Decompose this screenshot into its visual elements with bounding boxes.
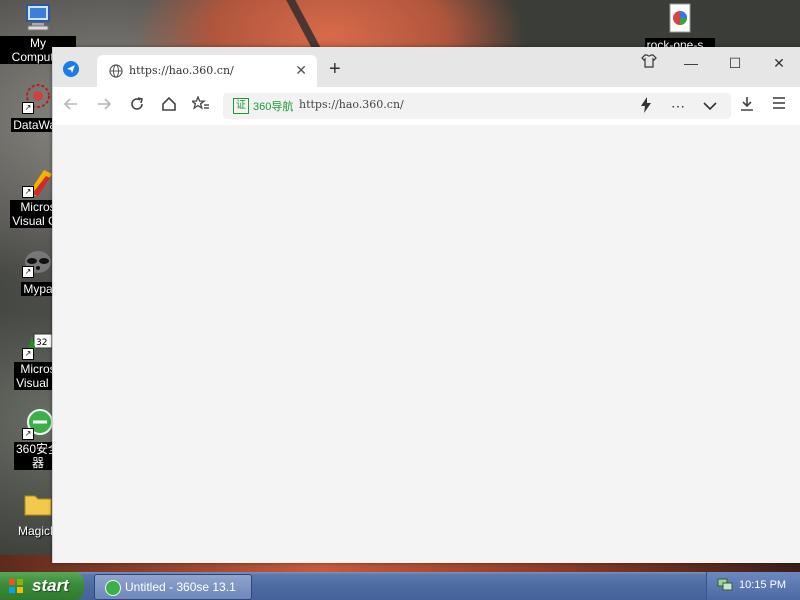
shortcut-arrow-icon: ↗ bbox=[22, 266, 34, 278]
tab-active[interactable]: https://hao.360.cn/ ✕ bbox=[97, 55, 317, 87]
globe-icon bbox=[109, 64, 123, 78]
visual-basic-icon: 32 ↗ bbox=[22, 328, 54, 360]
shirt-icon bbox=[641, 54, 657, 68]
360-browser-logo-icon[interactable] bbox=[63, 61, 79, 77]
home-icon bbox=[162, 96, 176, 111]
browser-window: https://hao.360.cn/ ✕ + — ☐ ✕ 证 360导航 ht… bbox=[52, 47, 800, 563]
download-button[interactable] bbox=[737, 96, 757, 116]
computer-icon bbox=[22, 2, 54, 34]
shortcut-arrow-icon: ↗ bbox=[22, 428, 34, 440]
folder-icon bbox=[22, 488, 54, 520]
hamburger-icon bbox=[773, 97, 785, 109]
360se-icon bbox=[105, 580, 121, 596]
svg-text:32: 32 bbox=[36, 338, 47, 348]
favorites-button[interactable] bbox=[190, 95, 211, 116]
more-icon[interactable]: ⋯ bbox=[669, 97, 687, 115]
shortcut-arrow-icon: ↗ bbox=[22, 102, 34, 114]
home-button[interactable] bbox=[159, 96, 179, 116]
system-tray: 10:15 PM bbox=[706, 572, 800, 600]
browser-toolbar: 证 360导航 https://hao.360.cn/ ⋯ bbox=[53, 87, 800, 125]
close-window-button[interactable]: ✕ bbox=[769, 53, 789, 73]
skin-button[interactable] bbox=[639, 53, 659, 73]
refresh-icon bbox=[131, 97, 143, 110]
taskbar-item-360se[interactable]: Untitled - 360se 13.1 bbox=[94, 574, 252, 600]
arrow-right-icon bbox=[98, 98, 112, 110]
clock[interactable]: 10:15 PM bbox=[739, 579, 786, 591]
certificate-badge[interactable]: 证 bbox=[233, 98, 249, 114]
taskbar-item-label: Untitled - 360se 13.1 bbox=[125, 580, 236, 594]
url-text[interactable]: https://hao.360.cn/ bbox=[299, 98, 404, 111]
desktop-icon-label: Mypa bbox=[21, 282, 55, 296]
address-bar[interactable]: 证 360导航 https://hao.360.cn/ ⋯ bbox=[223, 93, 731, 119]
arrow-left-icon bbox=[63, 98, 77, 110]
back-button[interactable] bbox=[61, 96, 81, 116]
tab-close-icon[interactable]: ✕ bbox=[295, 62, 307, 79]
raccoon-icon: ↗ bbox=[22, 246, 54, 278]
site-name-label: 360导航 bbox=[253, 101, 294, 113]
datawag-icon: ↗ bbox=[22, 82, 54, 114]
maximize-button[interactable]: ☐ bbox=[725, 53, 745, 73]
start-label: start bbox=[32, 576, 69, 595]
page-content-area bbox=[53, 125, 800, 563]
tab-title: https://hao.360.cn/ bbox=[129, 64, 234, 77]
start-button[interactable]: start bbox=[0, 572, 84, 600]
shortcut-arrow-icon: ↗ bbox=[22, 348, 34, 360]
star-list-icon bbox=[190, 95, 209, 110]
download-icon bbox=[741, 97, 753, 111]
forward-button[interactable] bbox=[94, 96, 114, 116]
network-icon[interactable] bbox=[717, 578, 733, 592]
lightning-icon[interactable] bbox=[637, 97, 655, 115]
title-bar: https://hao.360.cn/ ✕ + — ☐ ✕ bbox=[53, 47, 800, 87]
image-file-icon bbox=[664, 2, 696, 34]
taskbar: start Untitled - 360se 13.1 10:15 PM bbox=[0, 572, 800, 600]
chevron-down-icon[interactable] bbox=[701, 97, 719, 115]
shortcut-arrow-icon: ↗ bbox=[22, 186, 34, 198]
minimize-button[interactable]: — bbox=[681, 53, 701, 73]
360se-icon: ↗ bbox=[22, 408, 54, 440]
reload-button[interactable] bbox=[127, 96, 147, 116]
new-tab-button[interactable]: + bbox=[329, 59, 341, 79]
menu-button[interactable] bbox=[769, 96, 789, 116]
visual-cpp-icon: ↗ bbox=[22, 166, 54, 198]
windows-flag-icon bbox=[9, 579, 23, 593]
